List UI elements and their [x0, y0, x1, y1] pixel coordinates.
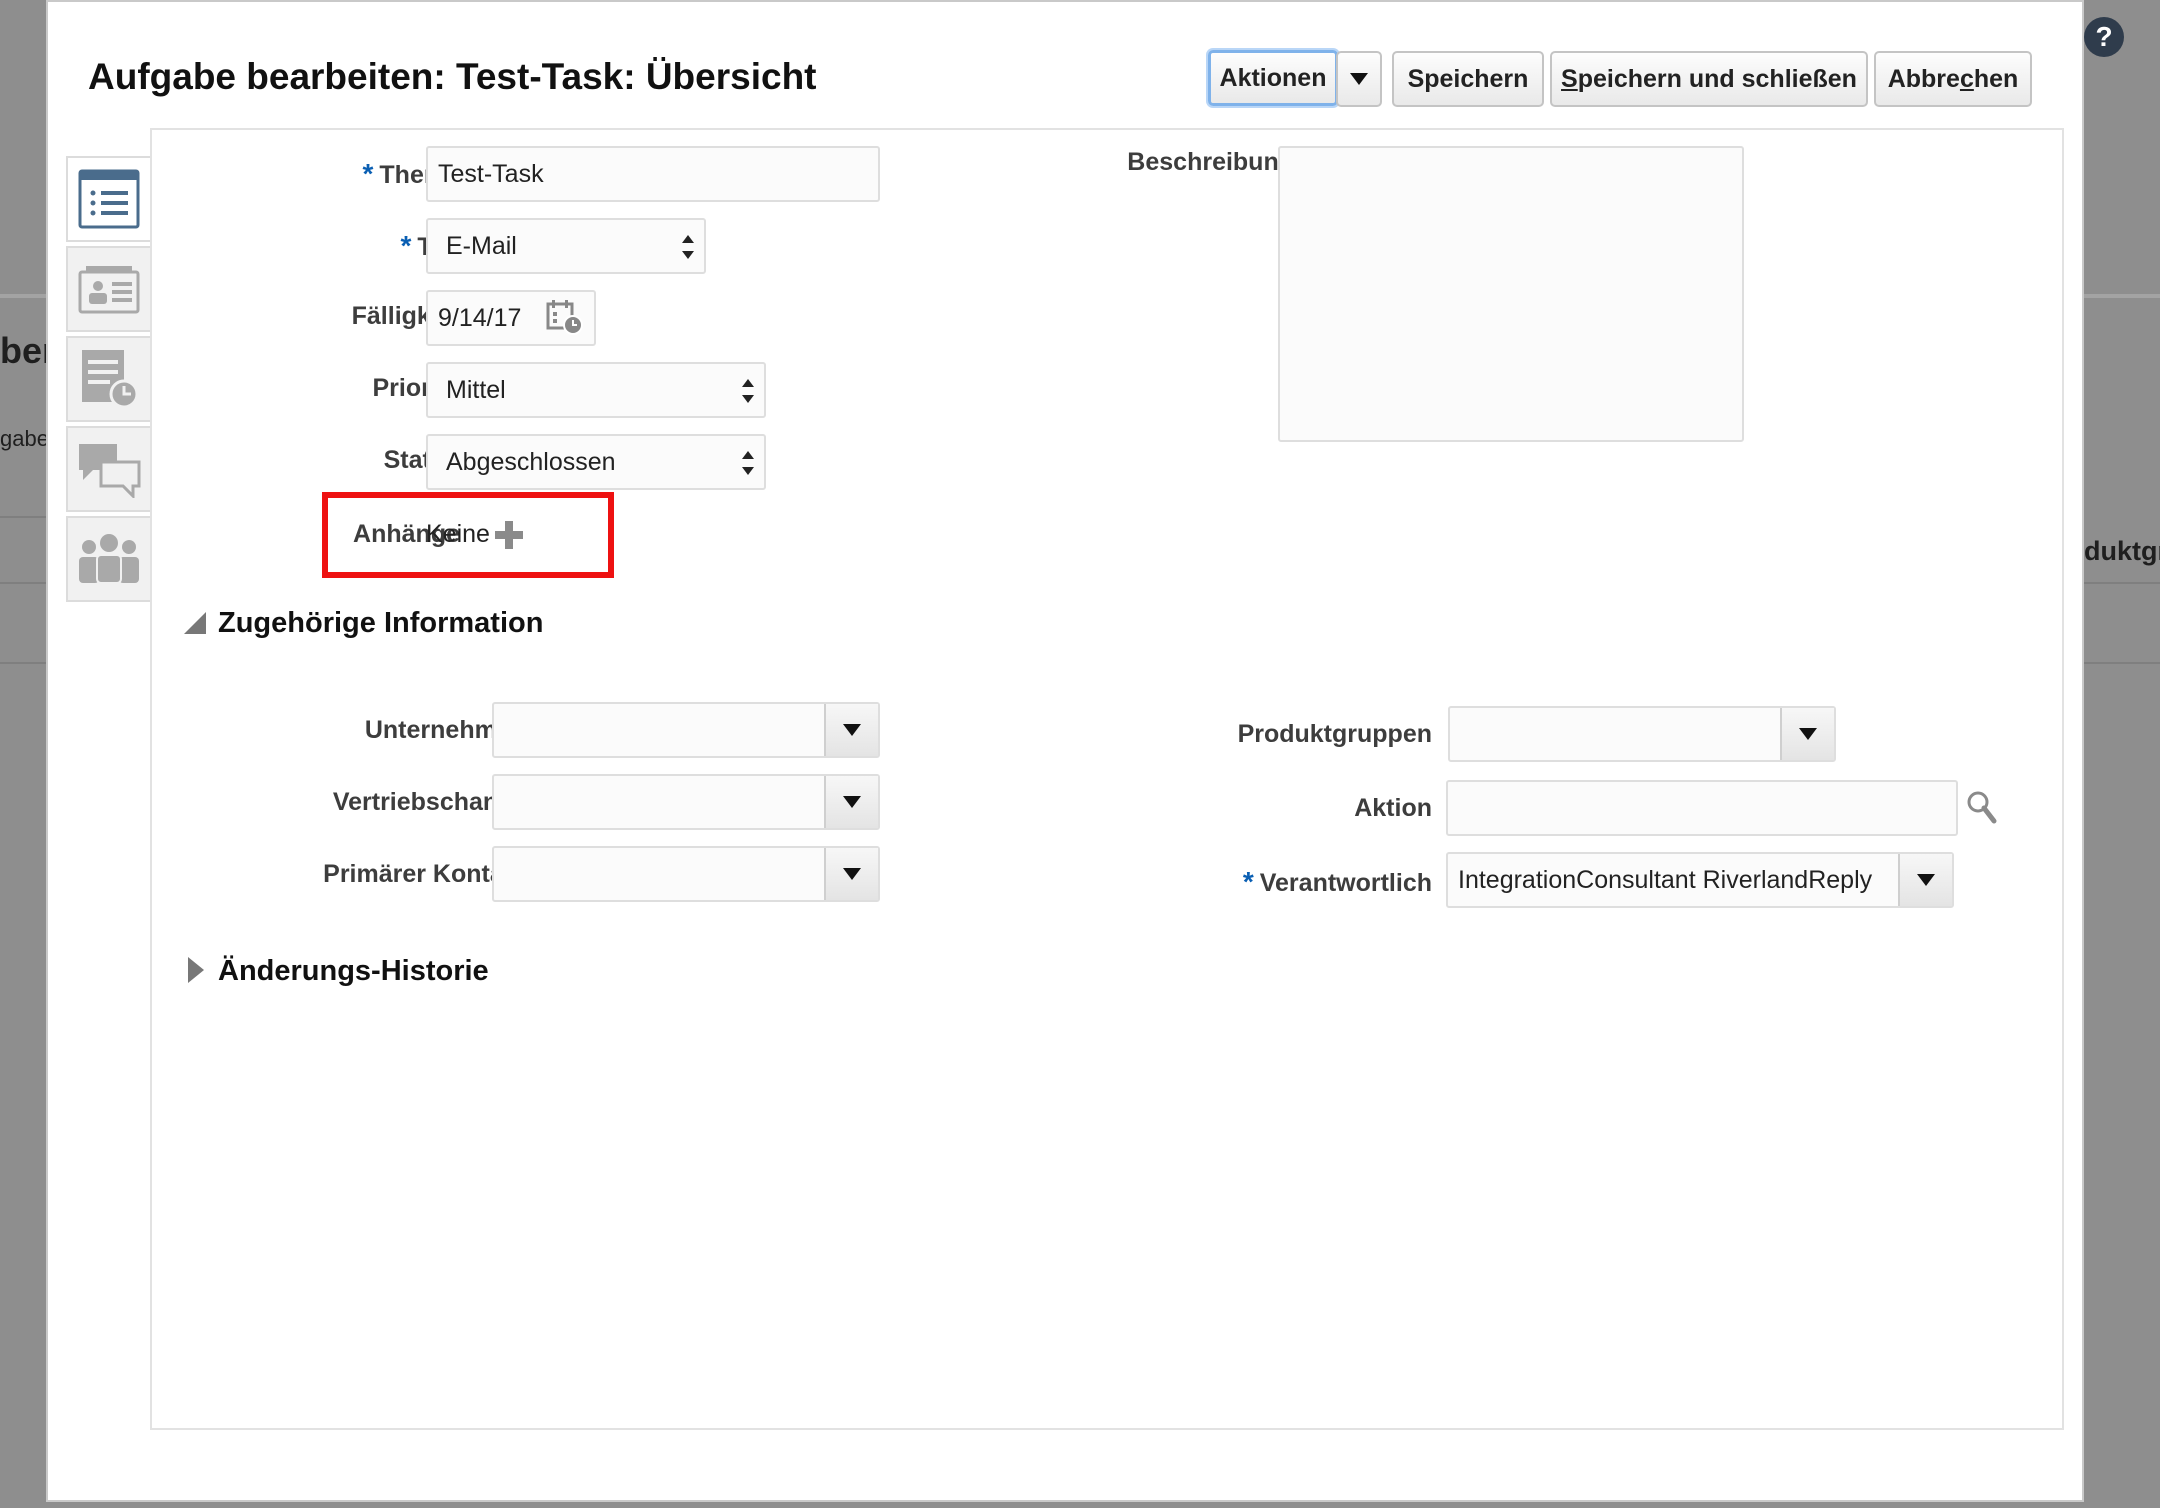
tab-notes[interactable]	[66, 336, 152, 422]
section-change-history[interactable]: Änderungs-Historie	[218, 955, 489, 988]
typ-select[interactable]: E-Mail	[426, 218, 706, 274]
status-value: Abgeschlossen	[446, 447, 616, 476]
select-arrows-icon	[742, 377, 754, 405]
verantwortlich-combobox[interactable]: IntegrationConsultant RiverlandReply	[1446, 852, 1954, 908]
search-icon[interactable]	[1966, 790, 1998, 826]
save-button[interactable]: Speichern	[1392, 51, 1544, 107]
collapsed-triangle-icon[interactable]	[188, 957, 204, 983]
typ-value: E-Mail	[446, 231, 517, 260]
verantwortlich-dropdown-button[interactable]	[1898, 854, 1952, 906]
section-related-information[interactable]: Zugehörige Information	[218, 607, 543, 640]
tab-summary[interactable]	[66, 156, 152, 242]
tab-contact[interactable]	[66, 246, 152, 332]
tab-team[interactable]	[66, 516, 152, 602]
edit-task-dialog: Aufgabe bearbeiten: Test-Task: Übersicht…	[46, 0, 2084, 1502]
save-and-close-button[interactable]: Speichern und schließen	[1550, 51, 1868, 107]
actions-dropdown-button[interactable]	[1336, 51, 1382, 107]
thema-input[interactable]: Test-Task	[426, 146, 880, 202]
contact-card-icon	[78, 266, 140, 314]
produktgruppen-dropdown-button[interactable]	[1780, 708, 1834, 760]
document-clock-icon	[82, 350, 139, 409]
background-divider	[0, 516, 46, 518]
beschreibung-label: Beschreibung	[1127, 148, 1294, 176]
add-attachment-icon[interactable]	[494, 520, 524, 550]
background-divider	[0, 662, 46, 664]
background-divider	[0, 582, 46, 584]
primaerer-kontakt-combobox[interactable]	[492, 846, 880, 902]
cancel-mnemonic: c	[1959, 64, 1974, 93]
select-arrows-icon	[742, 449, 754, 477]
thema-value: Test-Task	[438, 159, 544, 188]
vertriebschance-combobox[interactable]	[492, 774, 880, 830]
chevron-down-icon	[843, 868, 861, 880]
background-column-fragment: duktgr	[2084, 536, 2160, 566]
help-icon[interactable]: ?	[2084, 17, 2124, 57]
unternehmen-combobox[interactable]	[492, 702, 880, 758]
produktgruppen-label: Produktgruppen	[1237, 720, 1432, 748]
summary-list-icon	[78, 169, 140, 229]
save-and-close-label: peichern und schließen	[1577, 64, 1857, 93]
primaerer-kontakt-dropdown-button[interactable]	[824, 848, 878, 900]
conversation-icon	[79, 444, 141, 498]
calendar-icon[interactable]	[546, 298, 584, 336]
required-marker: *	[400, 230, 412, 261]
beschreibung-textarea[interactable]	[1278, 146, 1744, 442]
cancel-label-start: Abbre	[1887, 64, 1960, 93]
save-button-label: Speichern	[1407, 64, 1529, 93]
chevron-down-icon	[1350, 73, 1368, 85]
cancel-button[interactable]: Abbre c hen	[1874, 51, 2032, 107]
vertriebschance-label: Vertriebschance	[332, 788, 526, 816]
background-text-fragment: gabe	[0, 426, 49, 451]
chevron-down-icon	[1917, 874, 1935, 886]
save-and-close-mnemonic: S	[1561, 64, 1578, 93]
team-icon	[79, 534, 139, 584]
verantwortlich-label: * Verantwortlich	[1168, 866, 1432, 898]
chevron-down-icon	[843, 724, 861, 736]
verantwortlich-value: IntegrationConsultant RiverlandReply	[1458, 865, 1873, 894]
aktion-label: Aktion	[1354, 794, 1432, 822]
aktion-input[interactable]	[1446, 780, 1958, 836]
anhaenge-value: Keine	[426, 520, 490, 548]
vertriebschance-dropdown-button[interactable]	[824, 776, 878, 828]
priority-value: Mittel	[446, 375, 506, 404]
verantwortlich-label-text: Verantwortlich	[1259, 869, 1432, 897]
status-select[interactable]: Abgeschlossen	[426, 434, 766, 490]
background-divider	[2084, 662, 2160, 664]
chevron-down-icon	[1799, 728, 1817, 740]
expanded-triangle-icon[interactable]	[184, 612, 206, 634]
actions-button[interactable]: Aktionen	[1208, 50, 1338, 106]
produktgruppen-combobox[interactable]	[1448, 706, 1836, 762]
unternehmen-dropdown-button[interactable]	[824, 704, 878, 756]
required-marker: *	[362, 158, 374, 189]
chevron-down-icon	[843, 796, 861, 808]
dialog-title: Aufgabe bearbeiten: Test-Task: Übersicht	[88, 56, 817, 97]
primaerer-kontakt-label: Primärer Kontakt	[323, 860, 526, 888]
tab-conversations[interactable]	[66, 426, 152, 512]
background-divider	[2084, 582, 2160, 584]
required-marker: *	[1242, 866, 1254, 897]
unternehmen-label: Unternehmen	[364, 716, 526, 744]
faelligkeit-value: 9/14/17	[438, 303, 522, 332]
cancel-label-end: hen	[1973, 64, 2019, 93]
actions-button-label: Aktionen	[1219, 63, 1327, 92]
select-arrows-icon	[682, 233, 694, 261]
priority-select[interactable]: Mittel	[426, 362, 766, 418]
